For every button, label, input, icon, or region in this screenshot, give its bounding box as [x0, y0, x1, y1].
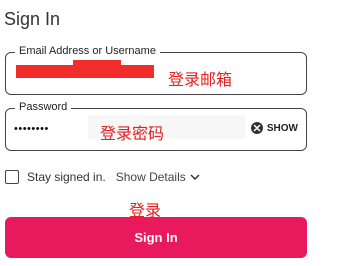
email-field[interactable]: Email Address or Username 登录邮箱	[5, 45, 307, 95]
password-field-label: Password	[15, 101, 72, 113]
stay-signed-in-checkbox[interactable]	[5, 170, 19, 184]
password-annotation: 登录密码	[100, 126, 165, 143]
show-password-button[interactable]: SHOW	[250, 122, 298, 134]
email-annotation: 登录邮箱	[168, 72, 233, 89]
redaction-mark	[16, 65, 154, 78]
page-title: Sign In	[4, 9, 61, 29]
show-details-toggle[interactable]: Show Details	[116, 170, 200, 184]
show-password-label: SHOW	[266, 122, 298, 134]
password-value: ••••••••	[14, 123, 49, 135]
email-field-label: Email Address or Username	[15, 45, 160, 57]
sign-in-button[interactable]: Sign In	[5, 217, 307, 258]
password-field[interactable]: Password •••••••• 登录密码 SHOW	[5, 101, 307, 151]
stay-signed-in-row: Stay signed in. Show Details	[5, 170, 200, 184]
stay-signed-in-label: Stay signed in.	[27, 170, 106, 184]
x-circle-icon	[250, 122, 263, 134]
chevron-down-icon	[190, 174, 200, 180]
show-details-label: Show Details	[115, 170, 186, 184]
